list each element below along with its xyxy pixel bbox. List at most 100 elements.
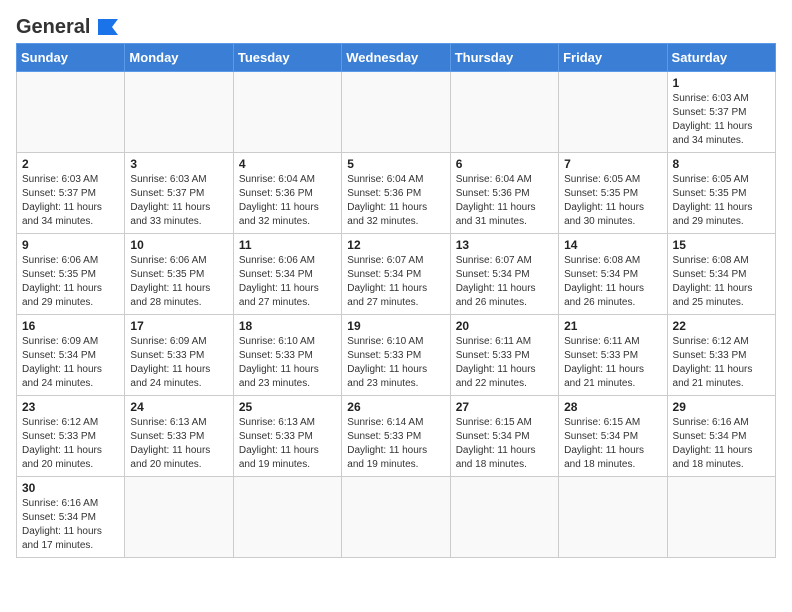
header: General [16, 16, 776, 35]
col-header-wednesday: Wednesday [342, 44, 450, 72]
day-number: 15 [673, 238, 770, 252]
col-header-saturday: Saturday [667, 44, 775, 72]
calendar-cell: 30Sunrise: 6:16 AM Sunset: 5:34 PM Dayli… [17, 477, 125, 558]
day-info: Sunrise: 6:12 AM Sunset: 5:33 PM Dayligh… [22, 416, 119, 472]
day-info: Sunrise: 6:13 AM Sunset: 5:33 PM Dayligh… [239, 416, 336, 472]
day-info: Sunrise: 6:08 AM Sunset: 5:34 PM Dayligh… [564, 254, 661, 310]
calendar-cell: 23 Sunrise: 6:12 AM Sunset: 5:33 PM Dayli… [17, 396, 125, 477]
day-number: 25 [239, 400, 336, 414]
day-info: Sunrise: 6:13 AM Sunset: 5:33 PM Dayligh… [130, 416, 227, 472]
col-header-sunday: Sunday [17, 44, 125, 72]
day-number: 6 [456, 157, 553, 171]
calendar-cell: 24 Sunrise: 6:13 AM Sunset: 5:33 PM Dayli… [125, 396, 233, 477]
day-info: Sunrise: 6:15 AM Sunset: 5:34 PM Dayligh… [564, 416, 661, 472]
day-info: Sunrise: 6:09 AM Sunset: 5:34 PM Dayligh… [22, 335, 119, 391]
day-number: 12 [347, 238, 444, 252]
calendar-cell: 29Sunrise: 6:16 AM Sunset: 5:34 PM Dayli… [667, 396, 775, 477]
calendar-cell: 18 Sunrise: 6:10 AM Sunset: 5:33 PM Dayli… [233, 315, 341, 396]
calendar-cell: 5 Sunrise: 6:04 AM Sunset: 5:36 PM Daylig… [342, 153, 450, 234]
col-header-monday: Monday [125, 44, 233, 72]
day-info: Sunrise: 6:11 AM Sunset: 5:33 PM Dayligh… [456, 335, 553, 391]
day-number: 7 [564, 157, 661, 171]
day-info: Sunrise: 6:08 AM Sunset: 5:34 PM Dayligh… [673, 254, 770, 310]
calendar-week-row: 30Sunrise: 6:16 AM Sunset: 5:34 PM Dayli… [17, 477, 776, 558]
calendar-cell: 26 Sunrise: 6:14 AM Sunset: 5:33 PM Dayli… [342, 396, 450, 477]
calendar-cell [559, 72, 667, 153]
day-info: Sunrise: 6:05 AM Sunset: 5:35 PM Dayligh… [673, 173, 770, 229]
col-header-tuesday: Tuesday [233, 44, 341, 72]
day-info: Sunrise: 6:03 AM Sunset: 5:37 PM Dayligh… [130, 173, 227, 229]
day-info: Sunrise: 6:06 AM Sunset: 5:35 PM Dayligh… [130, 254, 227, 310]
calendar-cell: 4Sunrise: 6:04 AM Sunset: 5:36 PM Daylig… [233, 153, 341, 234]
day-number: 22 [673, 319, 770, 333]
day-info: Sunrise: 6:04 AM Sunset: 5:36 PM Dayligh… [456, 173, 553, 229]
day-number: 9 [22, 238, 119, 252]
calendar-cell [342, 477, 450, 558]
calendar: SundayMondayTuesdayWednesdayThursdayFrid… [16, 43, 776, 558]
day-number: 27 [456, 400, 553, 414]
day-info: Sunrise: 6:12 AM Sunset: 5:33 PM Dayligh… [673, 335, 770, 391]
day-number: 11 [239, 238, 336, 252]
calendar-cell [17, 72, 125, 153]
day-info: Sunrise: 6:10 AM Sunset: 5:33 PM Dayligh… [239, 335, 336, 391]
day-number: 19 [347, 319, 444, 333]
day-number: 28 [564, 400, 661, 414]
day-number: 1 [673, 76, 770, 90]
day-number: 10 [130, 238, 227, 252]
day-number: 17 [130, 319, 227, 333]
calendar-cell [342, 72, 450, 153]
calendar-cell: 21 Sunrise: 6:11 AM Sunset: 5:33 PM Dayli… [559, 315, 667, 396]
calendar-cell: 2Sunrise: 6:03 AM Sunset: 5:37 PM Daylig… [17, 153, 125, 234]
calendar-cell: 20 Sunrise: 6:11 AM Sunset: 5:33 PM Dayli… [450, 315, 558, 396]
day-info: Sunrise: 6:11 AM Sunset: 5:33 PM Dayligh… [564, 335, 661, 391]
calendar-cell: 28 Sunrise: 6:15 AM Sunset: 5:34 PM Dayli… [559, 396, 667, 477]
day-number: 21 [564, 319, 661, 333]
day-info: Sunrise: 6:09 AM Sunset: 5:33 PM Dayligh… [130, 335, 227, 391]
day-number: 4 [239, 157, 336, 171]
calendar-cell: 16 Sunrise: 6:09 AM Sunset: 5:34 PM Dayli… [17, 315, 125, 396]
calendar-cell: 6 Sunrise: 6:04 AM Sunset: 5:36 PM Daylig… [450, 153, 558, 234]
day-number: 23 [22, 400, 119, 414]
col-header-thursday: Thursday [450, 44, 558, 72]
calendar-cell [559, 477, 667, 558]
day-number: 3 [130, 157, 227, 171]
calendar-cell [667, 477, 775, 558]
day-info: Sunrise: 6:03 AM Sunset: 5:37 PM Dayligh… [673, 92, 770, 148]
calendar-week-row: 1 Sunrise: 6:03 AM Sunset: 5:37 PM Daylig… [17, 72, 776, 153]
day-number: 8 [673, 157, 770, 171]
day-info: Sunrise: 6:15 AM Sunset: 5:34 PM Dayligh… [456, 416, 553, 472]
calendar-cell: 10 Sunrise: 6:06 AM Sunset: 5:35 PM Dayli… [125, 234, 233, 315]
day-info: Sunrise: 6:04 AM Sunset: 5:36 PM Dayligh… [347, 173, 444, 229]
calendar-cell: 25 Sunrise: 6:13 AM Sunset: 5:33 PM Dayli… [233, 396, 341, 477]
calendar-cell: 12Sunrise: 6:07 AM Sunset: 5:34 PM Dayli… [342, 234, 450, 315]
calendar-cell: 9 Sunrise: 6:06 AM Sunset: 5:35 PM Daylig… [17, 234, 125, 315]
day-info: Sunrise: 6:06 AM Sunset: 5:35 PM Dayligh… [22, 254, 119, 310]
day-info: Sunrise: 6:16 AM Sunset: 5:34 PM Dayligh… [673, 416, 770, 472]
calendar-cell [233, 72, 341, 153]
day-number: 24 [130, 400, 227, 414]
calendar-cell [450, 72, 558, 153]
calendar-cell: 8 Sunrise: 6:05 AM Sunset: 5:35 PM Daylig… [667, 153, 775, 234]
calendar-cell: 17 Sunrise: 6:09 AM Sunset: 5:33 PM Dayli… [125, 315, 233, 396]
col-header-friday: Friday [559, 44, 667, 72]
day-number: 18 [239, 319, 336, 333]
calendar-cell [125, 477, 233, 558]
day-number: 5 [347, 157, 444, 171]
day-info: Sunrise: 6:06 AM Sunset: 5:34 PM Dayligh… [239, 254, 336, 310]
day-number: 2 [22, 157, 119, 171]
calendar-cell: 27 Sunrise: 6:15 AM Sunset: 5:34 PM Dayli… [450, 396, 558, 477]
day-info: Sunrise: 6:16 AM Sunset: 5:34 PM Dayligh… [22, 497, 119, 553]
day-number: 13 [456, 238, 553, 252]
day-number: 26 [347, 400, 444, 414]
day-number: 16 [22, 319, 119, 333]
calendar-cell: 3 Sunrise: 6:03 AM Sunset: 5:37 PM Daylig… [125, 153, 233, 234]
day-number: 20 [456, 319, 553, 333]
calendar-cell: 11 Sunrise: 6:06 AM Sunset: 5:34 PM Dayli… [233, 234, 341, 315]
calendar-cell [233, 477, 341, 558]
day-info: Sunrise: 6:05 AM Sunset: 5:35 PM Dayligh… [564, 173, 661, 229]
day-info: Sunrise: 6:10 AM Sunset: 5:33 PM Dayligh… [347, 335, 444, 391]
day-info: Sunrise: 6:14 AM Sunset: 5:33 PM Dayligh… [347, 416, 444, 472]
calendar-cell: 1 Sunrise: 6:03 AM Sunset: 5:37 PM Daylig… [667, 72, 775, 153]
calendar-week-row: 9 Sunrise: 6:06 AM Sunset: 5:35 PM Daylig… [17, 234, 776, 315]
calendar-week-row: 16 Sunrise: 6:09 AM Sunset: 5:34 PM Dayli… [17, 315, 776, 396]
